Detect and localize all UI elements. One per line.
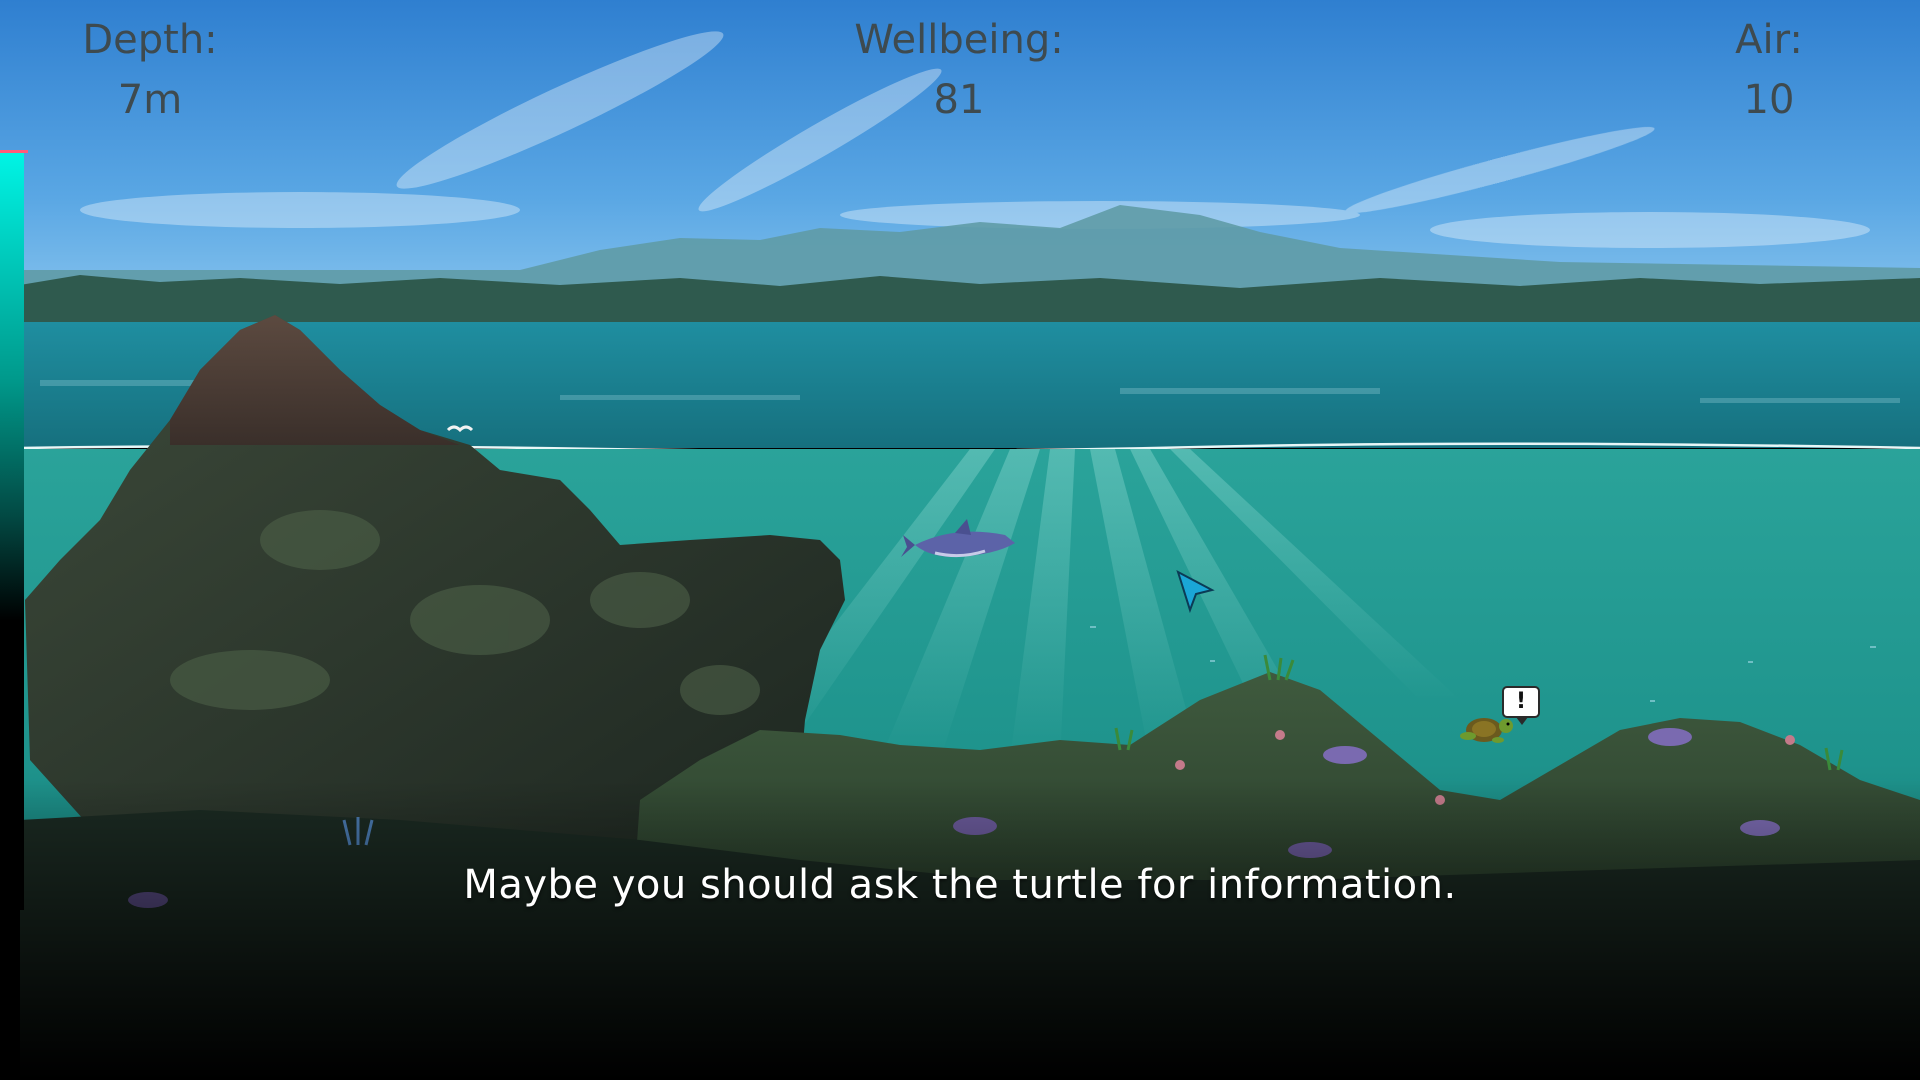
depth-value: 7m — [117, 77, 183, 123]
exclamation-glyph: ! — [1515, 689, 1527, 714]
depth-gauge-marker — [0, 150, 28, 153]
game-viewport[interactable]: ! Depth: 7m Wellbeing: 81 Air: 10 Maybe … — [0, 0, 1920, 1080]
depth-label: Depth: — [82, 17, 218, 63]
air-label: Air: — [1735, 17, 1803, 63]
underwater-scene — [0, 0, 1920, 1080]
bottom-vignette — [0, 780, 1920, 1080]
hud-air: Air: 10 — [1619, 10, 1919, 130]
exclamation-bubble-icon[interactable]: ! — [1502, 686, 1540, 725]
hud-wellbeing: Wellbeing: 81 — [809, 10, 1109, 130]
hud-depth: Depth: 7m — [0, 10, 300, 130]
wellbeing-value: 81 — [933, 77, 985, 123]
depth-gauge — [0, 150, 28, 910]
wellbeing-label: Wellbeing: — [854, 17, 1064, 63]
air-value: 10 — [1743, 77, 1795, 123]
dialogue-subtitle: Maybe you should ask the turtle for info… — [463, 862, 1457, 908]
